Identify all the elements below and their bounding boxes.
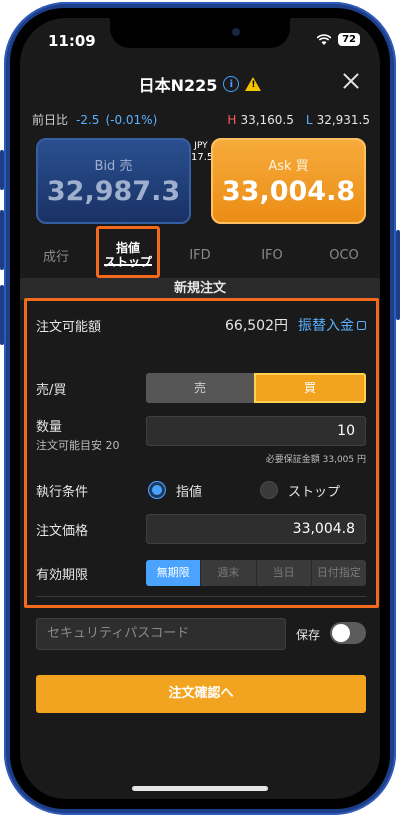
security-row: セキュリティパスコード 保存 [36, 618, 366, 650]
tab-market[interactable]: 成行 [26, 246, 86, 265]
price-panel: Bid 売 32,987.3 JPY 17.5 Ask 買 33,004.8 [36, 138, 366, 226]
radio-selected-icon [148, 481, 166, 499]
confirm-order-button[interactable]: 注文確認へ [36, 675, 366, 713]
page-title: 日本N225 [138, 76, 218, 95]
status-time: 11:09 [48, 32, 96, 50]
price-label: 注文価格 [36, 523, 89, 539]
low-value: 32,931.5 [316, 112, 370, 127]
expiry-week[interactable]: 週末 [201, 560, 257, 586]
save-toggle[interactable] [330, 622, 366, 644]
bid-button[interactable]: Bid 売 32,987.3 [36, 138, 191, 224]
front-camera [232, 28, 240, 36]
radio-stop[interactable]: ストップ [260, 481, 340, 500]
change-percent: (-0.01%) [105, 112, 158, 127]
expiry-label: 有効期限 [36, 567, 89, 583]
radio-unselected-icon [260, 481, 278, 499]
high-label: H [227, 112, 237, 127]
volume-down-button [0, 285, 4, 345]
expiry-selector: 無期限 週末 当日 日付指定 [146, 560, 366, 586]
volume-up-button [0, 210, 4, 270]
execution-row: 執行条件 指値 ストップ [36, 478, 366, 502]
ask-price: 33,004.8 [221, 176, 356, 207]
close-icon[interactable] [340, 70, 362, 92]
expiry-day[interactable]: 当日 [257, 560, 312, 586]
side-selector: 売 買 [146, 373, 366, 403]
margin-note: 必要保証金額 33,005 円 [265, 455, 366, 465]
bid-price: 32,987.3 [46, 176, 181, 207]
transfer-link[interactable]: 振替入金 [298, 315, 366, 335]
spread-value: 17.5 [191, 152, 214, 163]
sell-button[interactable]: 売 [146, 373, 254, 403]
expiry-gtc[interactable]: 無期限 [146, 560, 202, 586]
battery-indicator: 72 [338, 33, 360, 46]
low-label: L [305, 112, 313, 127]
home-indicator [132, 786, 268, 791]
side-row: 売/買 売 買 [36, 373, 366, 403]
expiry-row: 有効期限 無期限 週末 当日 日付指定 [36, 560, 366, 586]
quantity-input[interactable]: 10 [146, 416, 366, 446]
status-icons: 72 [316, 33, 360, 46]
price-row: 注文価格 33,004.8 [36, 514, 366, 544]
available-row: 注文可能額 66,502円 振替入金 [36, 315, 366, 335]
high-value: 33,160.5 [240, 112, 294, 127]
tab-stop-label: ストップ [103, 255, 152, 269]
side-label: 売/買 [36, 382, 67, 398]
change-label: 前日比 [32, 113, 69, 127]
available-amount: 66,502円 [225, 318, 288, 334]
tab-oco[interactable]: OCO [314, 248, 374, 263]
divider [36, 596, 366, 597]
order-type-tabs: 成行 指値 ストップ IFD IFO OCO [20, 232, 380, 278]
external-link-icon [357, 320, 366, 330]
change-value: -2.5 [76, 112, 100, 127]
toggle-knob [332, 624, 350, 642]
warning-icon[interactable]: ! [245, 77, 262, 91]
radio-limit[interactable]: 指値 [148, 481, 202, 500]
tab-limit-label: 指値 [115, 241, 140, 255]
power-button [396, 230, 400, 320]
radio-stop-label: ストップ [288, 484, 341, 500]
security-passcode-input[interactable]: セキュリティパスコード [36, 618, 286, 650]
ask-label: Ask 買 [268, 159, 309, 174]
nav-bar: 日本N225 i ! [20, 68, 380, 98]
available-label: 注文可能額 [36, 319, 102, 335]
tab-ifo[interactable]: IFO [242, 248, 302, 263]
transfer-link-label: 振替入金 [298, 318, 354, 334]
ask-button[interactable]: Ask 買 33,004.8 [211, 138, 366, 224]
page-title-group: 日本N225 i ! [20, 72, 380, 96]
price-input[interactable]: 33,004.8 [146, 514, 366, 544]
quote-row: 前日比 -2.5 (-0.01%) H 33,160.5 L 32,931.5 [32, 111, 370, 128]
spread: JPY 17.5 [191, 140, 214, 164]
app-screen: 11:09 72 日本N225 i ! 前日比 -2.5 (-0.01%) H3… [20, 18, 380, 799]
wifi-icon [316, 33, 332, 45]
high-low: H 33,160.5 L 32,931.5 [227, 113, 370, 127]
save-label: 保存 [296, 628, 321, 642]
expiry-date[interactable]: 日付指定 [312, 560, 366, 586]
execution-label: 執行条件 [36, 484, 89, 500]
bid-label: Bid 売 [94, 159, 133, 174]
mute-switch [0, 150, 4, 190]
radio-limit-label: 指値 [176, 484, 203, 500]
notch [110, 18, 290, 48]
info-icon[interactable]: i [223, 76, 240, 92]
active-tab-underline [104, 264, 152, 266]
tab-ifd[interactable]: IFD [170, 248, 230, 263]
spread-currency: JPY [194, 141, 208, 151]
section-title: 新規注文 [20, 278, 380, 300]
quantity-row: 数量 注文可能目安 20 10 必要保証金額 33,005 円 [36, 416, 366, 465]
buy-button[interactable]: 買 [254, 373, 366, 403]
